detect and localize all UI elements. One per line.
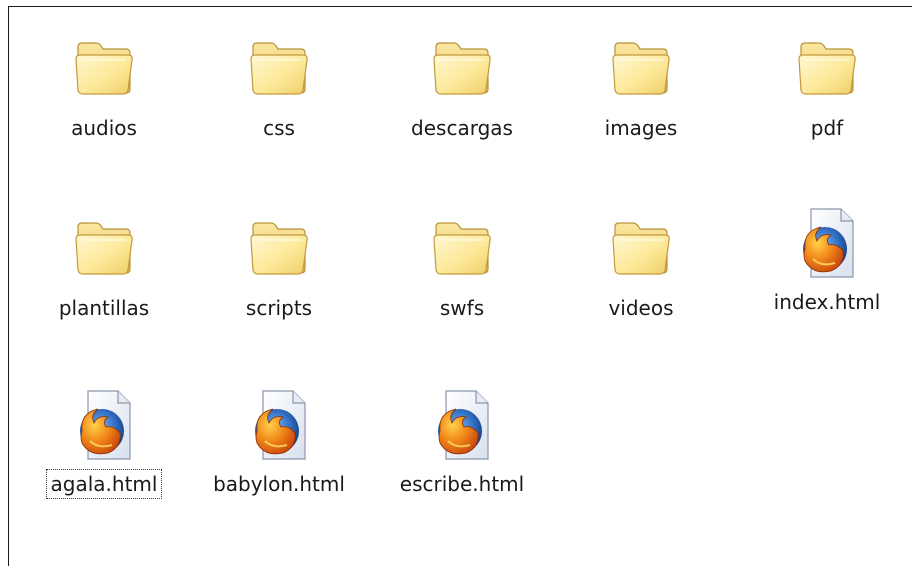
folder-scripts[interactable]: scripts (194, 213, 364, 331)
item-label: index.html (773, 290, 881, 314)
folder-icon (243, 213, 315, 285)
folder-plantillas[interactable]: plantillas (19, 213, 189, 331)
folder-icon (605, 213, 677, 285)
file-index-html[interactable]: index.html (742, 207, 912, 325)
firefox-html-file-icon (68, 385, 140, 457)
firefox-html-file-icon (426, 385, 498, 457)
folder-audios[interactable]: audios (19, 33, 189, 151)
folder-pdf[interactable]: pdf (742, 33, 912, 151)
folder-icon (605, 33, 677, 105)
folder-icon (426, 213, 498, 285)
file-escribe-html[interactable]: escribe.html (377, 389, 547, 507)
item-label: pdf (810, 116, 844, 140)
item-label: swfs (439, 296, 485, 320)
folder-icon (68, 33, 140, 105)
folder-css[interactable]: css (194, 33, 364, 151)
folder-icon (68, 213, 140, 285)
item-label: babylon.html (213, 472, 345, 496)
item-label: descargas (411, 116, 513, 140)
item-label: css (263, 116, 295, 140)
file-agala-html[interactable]: agala.html (19, 389, 189, 507)
item-label: scripts (245, 296, 313, 320)
folder-icon (243, 33, 315, 105)
firefox-html-file-icon (791, 203, 863, 275)
file-list-pane[interactable]: audios css descargas images pdf plantill… (8, 6, 912, 566)
file-babylon-html[interactable]: babylon.html (194, 389, 364, 507)
firefox-html-file-icon (243, 385, 315, 457)
item-label: escribe.html (399, 472, 525, 496)
item-label: plantillas (58, 296, 150, 320)
folder-icon (791, 33, 863, 105)
folder-swfs[interactable]: swfs (377, 213, 547, 331)
folder-images[interactable]: images (556, 33, 726, 151)
item-label: audios (71, 116, 137, 140)
item-label: videos (608, 296, 674, 320)
item-label: images (604, 116, 678, 140)
folder-videos[interactable]: videos (556, 213, 726, 331)
folder-descargas[interactable]: descargas (377, 33, 547, 151)
item-label: agala.html (45, 469, 163, 499)
folder-icon (426, 33, 498, 105)
